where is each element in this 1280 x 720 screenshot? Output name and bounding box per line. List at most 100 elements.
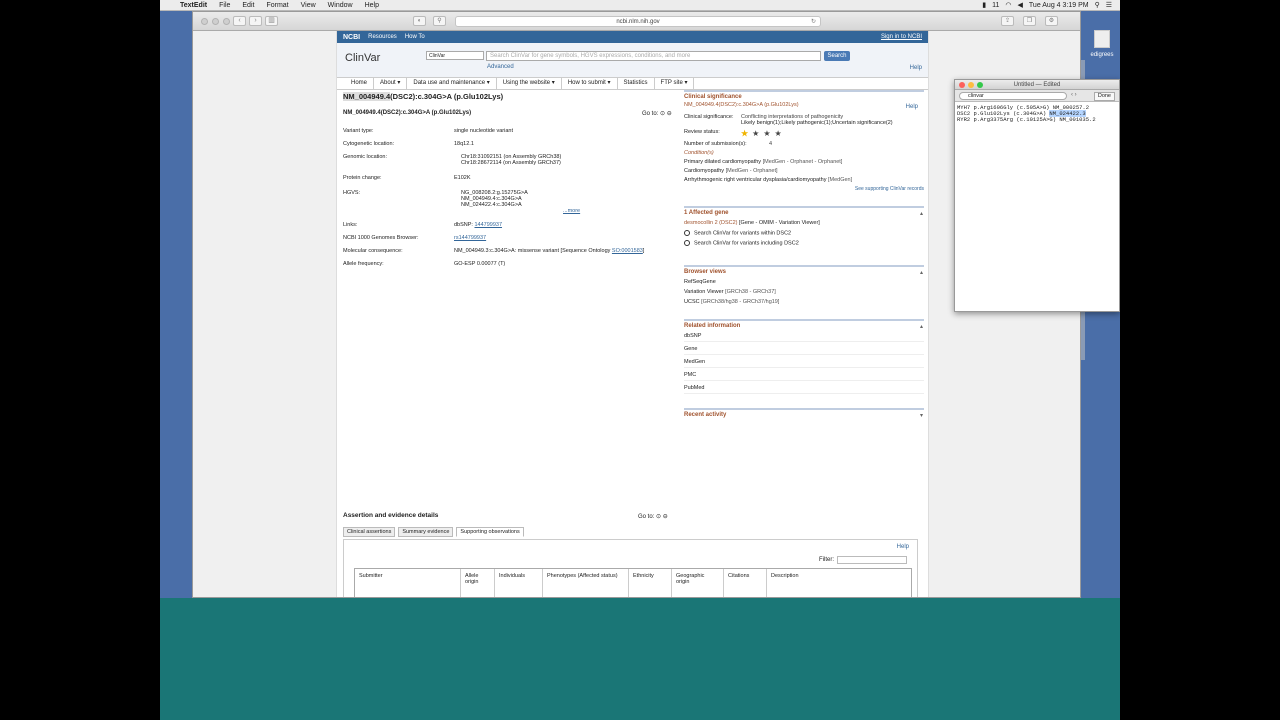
search-icon bbox=[684, 230, 690, 236]
browser-views-panel: ▴ Browser views RefSeqGene Variation Vie… bbox=[684, 264, 924, 305]
clinvar-title[interactable]: ClinVar bbox=[345, 52, 380, 64]
help-link[interactable]: Help bbox=[910, 65, 922, 71]
supporting-records-link[interactable]: See supporting ClinVar records bbox=[684, 186, 924, 192]
privacy-icon[interactable]: ◐ bbox=[413, 16, 426, 26]
review-stars: ★★★★ bbox=[741, 129, 786, 138]
related-gene[interactable]: Gene bbox=[684, 346, 924, 355]
assertion-goto[interactable]: Go to: ⊙ ⊖ bbox=[638, 513, 668, 520]
more-link[interactable]: ...more bbox=[563, 208, 673, 214]
nav-about[interactable]: About ▾ bbox=[374, 78, 408, 89]
menu-app[interactable]: TextEdit bbox=[180, 2, 207, 9]
filter-field: Filter: bbox=[819, 556, 907, 564]
document-text[interactable]: MYH7 p.Arg1606Gly (c.505A>G) NM_000257.2… bbox=[955, 102, 1119, 126]
minimize-button[interactable] bbox=[968, 82, 974, 88]
zoom-button[interactable] bbox=[223, 18, 230, 25]
rs-link[interactable]: rs144799937 bbox=[454, 235, 673, 241]
close-button[interactable] bbox=[201, 18, 208, 25]
tab-summary-evidence[interactable]: Summary evidence bbox=[398, 527, 454, 537]
condition-row: Cardiomyopathy [MedGen - Orphanet] bbox=[684, 168, 778, 174]
database-select[interactable]: ClinVar bbox=[426, 51, 484, 60]
forward-button[interactable]: › bbox=[249, 16, 262, 26]
observations-help[interactable]: Help bbox=[897, 544, 909, 550]
assertion-tabs: Clinical assertions Summary evidence Sup… bbox=[343, 527, 524, 537]
tabs-button[interactable]: ❐ bbox=[1023, 16, 1036, 26]
document-icon bbox=[1094, 30, 1110, 48]
settings-button[interactable]: ⚙ bbox=[1045, 16, 1058, 26]
video-overlay-band bbox=[160, 598, 1120, 720]
clinsig-help[interactable]: Help bbox=[906, 104, 918, 110]
related-medgen[interactable]: MedGen bbox=[684, 359, 924, 368]
ncbi-logo[interactable]: NCBI bbox=[343, 34, 360, 41]
tab-clinical-assertions[interactable]: Clinical assertions bbox=[343, 527, 396, 537]
menu-window[interactable]: Window bbox=[328, 2, 353, 9]
search-within-link[interactable]: Search ClinVar for variants within DSC2 bbox=[684, 230, 924, 236]
collapse-icon[interactable]: ▴ bbox=[920, 323, 923, 330]
condition-row: Arrhythmogenic right ventricular dysplas… bbox=[684, 177, 853, 183]
zoom-button[interactable] bbox=[977, 82, 983, 88]
search-button[interactable]: Search bbox=[824, 51, 850, 61]
battery-icon[interactable]: ▮ bbox=[982, 1, 986, 9]
collapse-icon[interactable]: ▾ bbox=[920, 412, 923, 419]
menu-help[interactable]: Help bbox=[365, 2, 379, 9]
collapse-icon[interactable]: ▴ bbox=[920, 269, 923, 276]
nav-statistics[interactable]: Statistics bbox=[618, 78, 655, 89]
menu-edit[interactable]: Edit bbox=[242, 2, 254, 9]
advanced-link[interactable]: Advanced bbox=[487, 64, 514, 70]
menu-file[interactable]: File bbox=[219, 2, 230, 9]
textedit-titlebar: Untitled — Edited bbox=[955, 80, 1119, 90]
minimize-button[interactable] bbox=[212, 18, 219, 25]
textedit-window: Untitled — Edited clinvar ‹ › Done MYH7 … bbox=[954, 79, 1120, 312]
share-button[interactable]: ⇪ bbox=[1001, 16, 1014, 26]
variant-details: NM_004949.4(DSC2):c.304G>A (p.Glu102Lys)… bbox=[343, 92, 673, 267]
clock[interactable]: Tue Aug 4 3:19 PM bbox=[1029, 2, 1089, 9]
close-button[interactable] bbox=[959, 82, 965, 88]
find-input[interactable]: clinvar bbox=[959, 92, 1067, 100]
desktop-file-pedigrees[interactable]: edigrees bbox=[1084, 30, 1120, 70]
nav-ftp[interactable]: FTP site ▾ bbox=[655, 78, 695, 89]
menu-view[interactable]: View bbox=[301, 2, 316, 9]
back-button[interactable]: ‹ bbox=[233, 16, 246, 26]
nav-home[interactable]: Home bbox=[345, 78, 375, 89]
related-dbsnp[interactable]: dbSNP bbox=[684, 333, 924, 342]
clinvar-page: NCBI Resources How To Sign in to NCBI Cl… bbox=[336, 31, 929, 597]
nav-using[interactable]: Using the website ▾ bbox=[497, 78, 562, 89]
tab-supporting-observations[interactable]: Supporting observations bbox=[456, 527, 524, 537]
howto-menu[interactable]: How To bbox=[405, 34, 425, 40]
variant-subtitle: NM_004949.4(DSC2):c.304G>A (p.Glu102Lys)… bbox=[343, 110, 672, 117]
page-title: NM_004949.4(DSC2):c.304G>A (p.Glu102Lys) bbox=[343, 92, 504, 101]
condition-row: Primary dilated cardiomyopathy [MedGen -… bbox=[684, 159, 843, 165]
menu-bar: TextEdit File Edit Format View Window He… bbox=[160, 0, 1120, 11]
signin-link[interactable]: Sign in to NCBI bbox=[881, 34, 922, 40]
volume-icon[interactable]: ◀ bbox=[1018, 1, 1023, 9]
sidebar-button[interactable]: ▥ bbox=[265, 16, 278, 26]
goto-control[interactable]: Go to: ⊙ ⊖ bbox=[642, 110, 672, 117]
observations-table-header: Submitter Allele origin Individuals Phen… bbox=[354, 568, 912, 597]
observations-panel: Help Filter: Submitter Allele origin Ind… bbox=[343, 539, 918, 597]
dbsnp-link[interactable]: 144799937 bbox=[474, 222, 502, 228]
notification-icon[interactable]: ☰ bbox=[1106, 1, 1112, 9]
resources-menu[interactable]: Resources bbox=[368, 34, 397, 40]
find-prev-next[interactable]: ‹ › bbox=[1071, 92, 1077, 98]
spotlight-icon[interactable]: ⚲ bbox=[1095, 1, 1100, 9]
nav-data-use[interactable]: Data use and maintenance ▾ bbox=[407, 78, 497, 89]
search-button[interactable]: ⚲ bbox=[433, 16, 446, 26]
right-sidebar: Clinical significance NM_004949.4(DSC2):… bbox=[684, 90, 924, 419]
menu-format[interactable]: Format bbox=[266, 2, 288, 9]
nav-submit[interactable]: How to submit ▾ bbox=[562, 78, 618, 89]
wifi-icon[interactable]: ◠ bbox=[1005, 1, 1011, 9]
related-pmc[interactable]: PMC bbox=[684, 372, 924, 381]
collapse-icon[interactable]: ▴ bbox=[920, 210, 923, 217]
address-bar[interactable]: ncbi.nlm.nih.gov ↻ bbox=[455, 16, 821, 27]
browser-viewport: NCBI Resources How To Sign in to NCBI Cl… bbox=[193, 31, 1080, 597]
ncbi-bar: NCBI Resources How To Sign in to NCBI bbox=[337, 31, 928, 43]
reload-icon[interactable]: ↻ bbox=[811, 17, 816, 27]
search-input[interactable]: Search ClinVar for gene symbols, HGVS ex… bbox=[486, 51, 821, 61]
related-pubmed[interactable]: PubMed bbox=[684, 385, 924, 394]
done-button[interactable]: Done bbox=[1093, 92, 1115, 101]
filter-input[interactable] bbox=[837, 556, 907, 564]
recent-activity-panel: ▾ Recent activity bbox=[684, 407, 924, 419]
so-link[interactable]: SO:0001583 bbox=[612, 248, 643, 254]
search-icon bbox=[684, 240, 690, 247]
search-including-link[interactable]: Search ClinVar for variants including DS… bbox=[684, 240, 924, 247]
window-controls bbox=[201, 18, 230, 25]
